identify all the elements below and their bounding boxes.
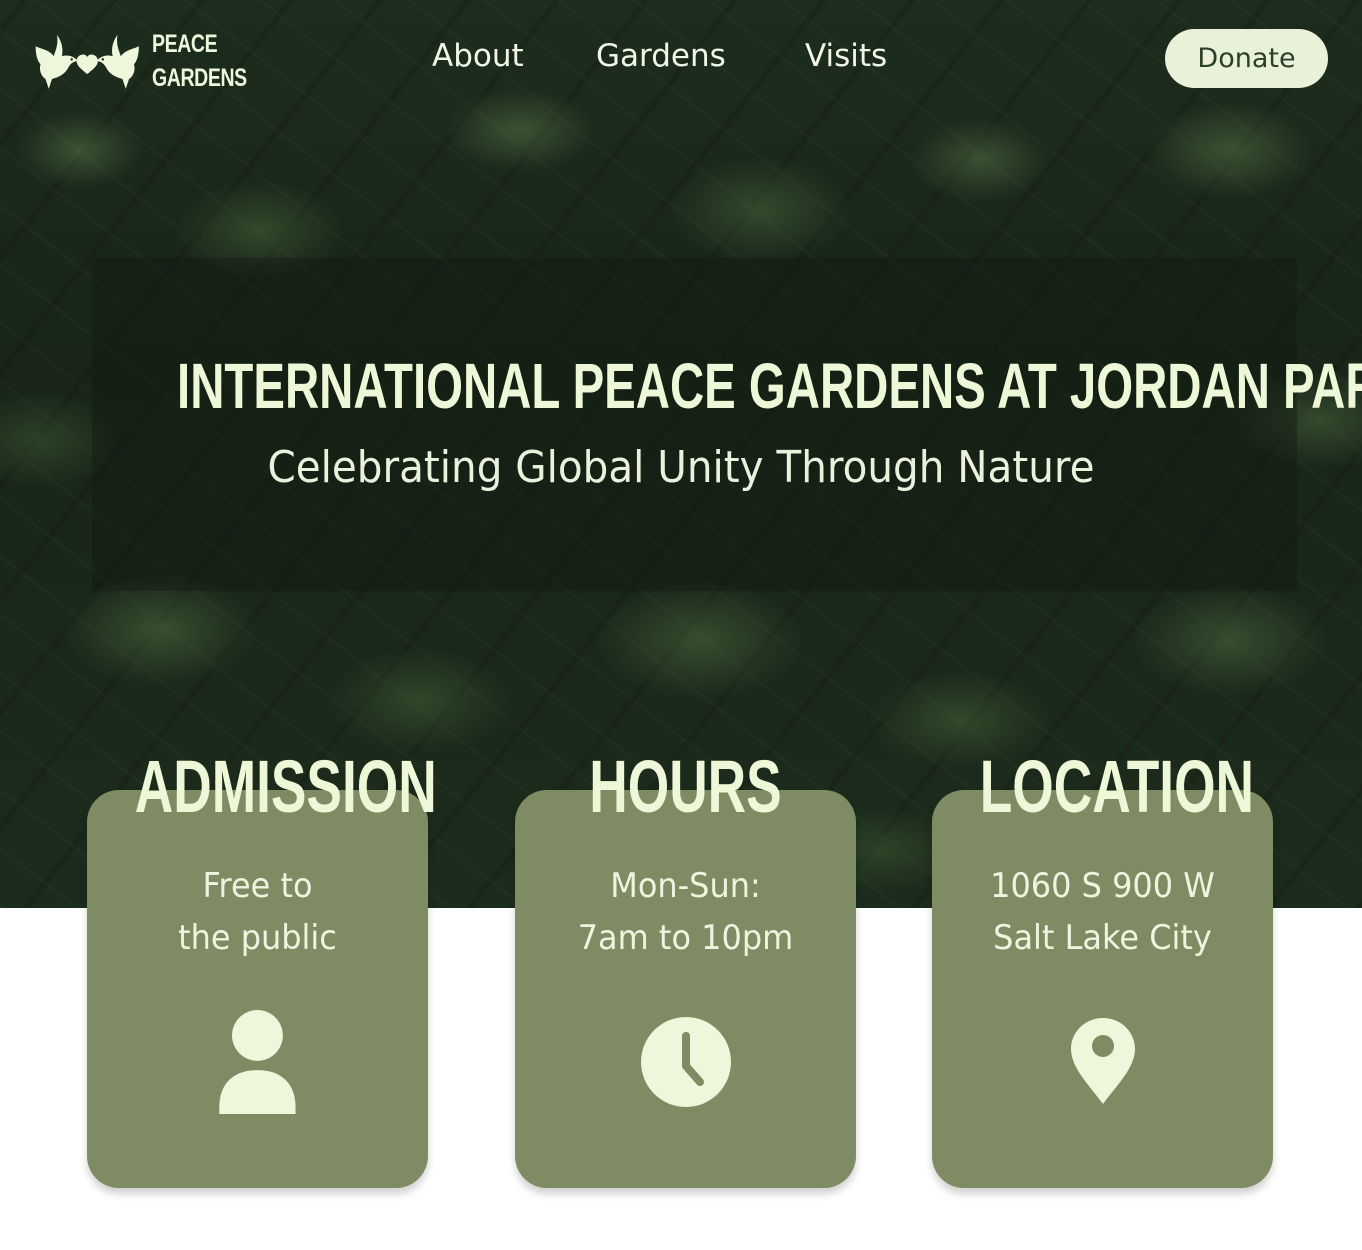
location-icon-wrap bbox=[932, 1010, 1273, 1114]
location-card bbox=[932, 790, 1273, 1188]
two-doves-heart-icon bbox=[35, 34, 139, 89]
logo-wordmark: PEACE GARDENS bbox=[152, 27, 247, 95]
clock-icon bbox=[640, 1017, 731, 1107]
admission-heading: ADMISSION bbox=[134, 745, 437, 828]
admission-text: Free to the public bbox=[97, 860, 418, 964]
admission-line-1: Free to bbox=[202, 866, 313, 906]
hours-heading: HOURS bbox=[589, 745, 782, 828]
map-pin-icon bbox=[1070, 1018, 1135, 1104]
nav-about[interactable]: About bbox=[432, 36, 524, 76]
hours-line-2: 7am to 10pm bbox=[577, 918, 794, 958]
admission-card bbox=[87, 790, 428, 1188]
hours-card bbox=[515, 790, 856, 1188]
location-text: 1060 S 900 W Salt Lake City bbox=[942, 860, 1263, 964]
hero-title: INTERNATIONAL PEACE GARDENS AT JORDAN PA… bbox=[177, 350, 1362, 422]
person-icon bbox=[219, 1010, 296, 1114]
nav-visits[interactable]: Visits bbox=[805, 36, 887, 76]
logo-line-2: GARDENS bbox=[152, 64, 248, 92]
location-line-1: 1060 S 900 W bbox=[990, 866, 1215, 906]
location-heading: LOCATION bbox=[979, 745, 1255, 828]
hours-line-1: Mon-Sun: bbox=[610, 866, 761, 906]
logo-line-1: PEACE bbox=[152, 30, 218, 58]
donate-button[interactable]: Donate bbox=[1165, 29, 1328, 88]
admission-line-2: the public bbox=[178, 918, 337, 958]
location-line-2: Salt Lake City bbox=[993, 918, 1212, 958]
hero-subtitle: Celebrating Global Unity Through Nature bbox=[267, 442, 1095, 493]
admission-icon-wrap bbox=[87, 1010, 428, 1114]
hours-text: Mon-Sun: 7am to 10pm bbox=[525, 860, 846, 964]
site-logo[interactable]: PEACE GARDENS bbox=[34, 24, 274, 98]
nav-gardens[interactable]: Gardens bbox=[596, 36, 726, 76]
hours-icon-wrap bbox=[515, 1010, 856, 1114]
